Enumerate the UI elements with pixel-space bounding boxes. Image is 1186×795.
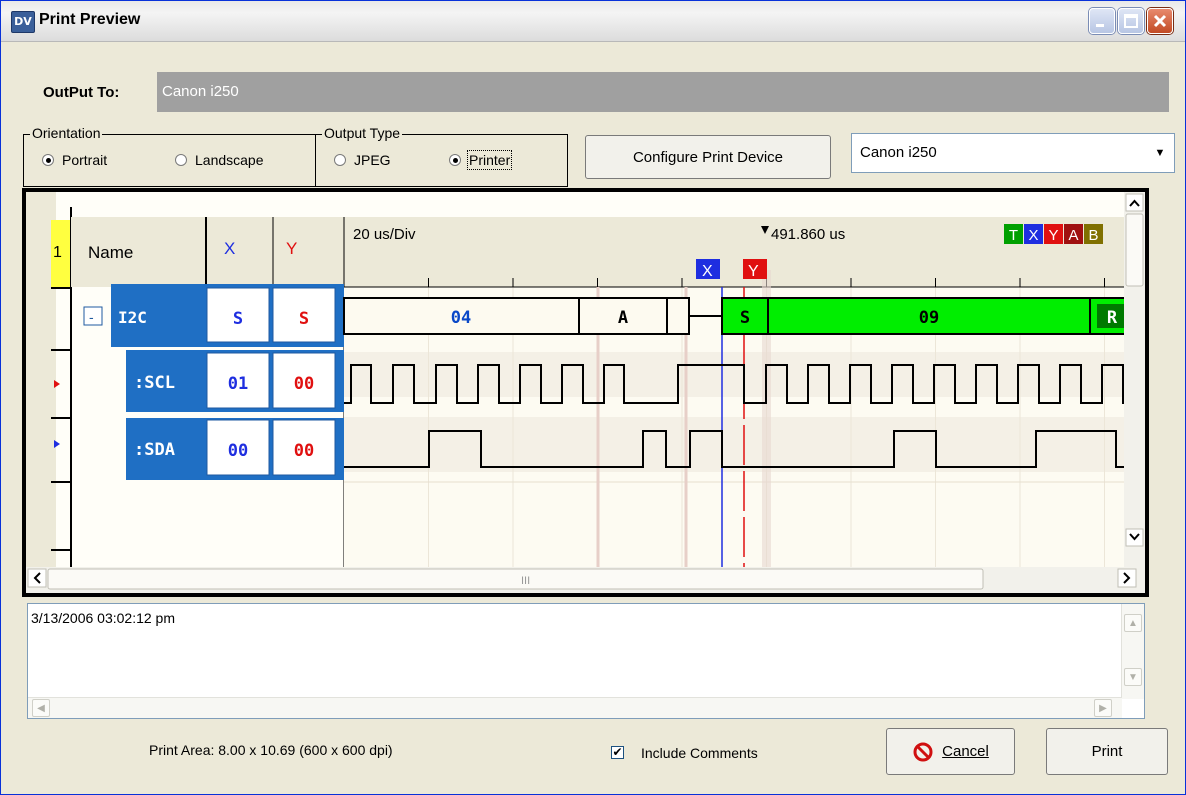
radio-jpeg-label: JPEG <box>354 152 391 168</box>
radio-landscape[interactable]: Landscape <box>175 152 264 168</box>
channel-y-value: S <box>299 309 309 329</box>
window-title: Print Preview <box>39 11 141 28</box>
badge-label: A <box>1068 227 1078 244</box>
output-type-group-title: Output Type <box>322 125 403 141</box>
comments-vscroll[interactable]: ▲ ▼ <box>1121 604 1144 699</box>
print-button[interactable]: Print <box>1046 728 1168 775</box>
printer-select[interactable]: Canon i250 ▼ <box>851 133 1175 173</box>
orientation-group-title: Orientation <box>30 125 103 141</box>
scroll-left-icon[interactable]: ◀ <box>32 699 50 717</box>
channel-x-value: 00 <box>228 441 248 461</box>
radio-landscape-label: Landscape <box>195 152 264 168</box>
waveform-canvas: 1 Name X Y 20 us/Div 491.860 us TXYAB X … <box>26 192 1145 593</box>
radio-portrait[interactable]: Portrait <box>42 152 107 168</box>
scroll-right-icon[interactable]: ▶ <box>1094 699 1112 717</box>
scroll-up-icon[interactable]: ▲ <box>1124 614 1142 632</box>
title-bar[interactable]: DV Print Preview <box>1 1 1185 42</box>
comments-hscroll[interactable]: ◀ ▶ <box>28 697 1122 718</box>
include-comments-checkbox[interactable]: ✔ <box>611 746 624 759</box>
radio-indicator <box>449 154 461 166</box>
channel-name: :SCL <box>134 373 175 393</box>
radio-printer-label: Printer <box>466 150 513 170</box>
cancel-button[interactable]: Cancel <box>886 728 1015 775</box>
scroll-up-button[interactable] <box>1125 193 1144 212</box>
channel-name: I2C <box>118 308 147 327</box>
channel-x-value: 01 <box>228 374 248 394</box>
hscroll-grip: III <box>521 575 530 587</box>
configure-print-device-button[interactable]: Configure Print Device <box>585 135 831 179</box>
x-column-header: X <box>224 239 235 258</box>
output-type-group: Output Type JPEG Printer <box>315 125 568 187</box>
radio-portrait-label: Portrait <box>62 152 108 168</box>
timebase-label: 20 us/Div <box>353 226 416 243</box>
channel-x-value: S <box>233 309 243 329</box>
app-icon: DV <box>11 11 35 33</box>
output-to-label: OutPut To: <box>43 84 120 101</box>
y-column-header: Y <box>286 239 297 258</box>
print-area-info: Print Area: 8.00 x 10.69 (600 x 600 dpi) <box>149 742 393 758</box>
bus-segment-label: S <box>740 308 750 328</box>
radio-jpeg[interactable]: JPEG <box>334 152 391 168</box>
close-button[interactable] <box>1147 8 1173 34</box>
print-preview-window: DV Print Preview OutPut To: Canon i250 O… <box>0 0 1186 795</box>
close-icon <box>1153 14 1167 28</box>
cursor-y-badge-label: Y <box>748 263 759 280</box>
bus-segment-label: A <box>618 308 628 328</box>
channel-name: :SDA <box>134 440 175 460</box>
radio-indicator <box>334 154 346 166</box>
cursor-x-badge-label: X <box>702 263 713 280</box>
printer-select-value: Canon i250 <box>860 144 937 161</box>
scroll-down-button[interactable] <box>1125 528 1144 547</box>
time-marker-value: 491.860 us <box>771 226 845 243</box>
row-number: 1 <box>53 244 62 261</box>
scroll-down-icon[interactable]: ▼ <box>1124 668 1142 686</box>
cancel-button-label: Cancel <box>942 743 989 760</box>
radio-indicator <box>175 154 187 166</box>
vscroll-thumb[interactable] <box>1125 213 1144 287</box>
comments-text: 3/13/2006 03:02:12 pm <box>31 610 176 626</box>
channel-y-value: 00 <box>294 374 314 394</box>
scroll-left-button[interactable] <box>27 568 47 588</box>
waveform-preview: 1 Name X Y 20 us/Div 491.860 us TXYAB X … <box>22 188 1149 597</box>
name-column-header: Name <box>88 243 133 262</box>
orientation-group: Orientation Portrait Landscape <box>23 125 316 187</box>
chevron-down-icon[interactable]: ▼ <box>1147 135 1173 171</box>
minimize-icon <box>1096 24 1104 27</box>
radio-printer[interactable]: Printer <box>449 150 513 170</box>
scroll-right-button[interactable] <box>1117 568 1137 588</box>
radio-indicator <box>42 154 54 166</box>
bus-segment-label: 04 <box>451 308 471 328</box>
badge-label: T <box>1009 227 1018 244</box>
cancel-icon <box>913 742 933 761</box>
bus-segment <box>666 297 690 335</box>
badge-label: X <box>1028 227 1038 244</box>
minimize-button[interactable] <box>1089 8 1115 34</box>
maximize-button[interactable] <box>1118 8 1144 34</box>
badge-label: B <box>1088 227 1098 244</box>
channel-y-value: 00 <box>294 441 314 461</box>
bus-segment-label: 09 <box>919 308 939 328</box>
badge-label: Y <box>1048 227 1058 244</box>
hscroll-thumb[interactable] <box>47 568 984 590</box>
include-comments-label[interactable]: Include Comments <box>641 745 758 761</box>
maximize-icon <box>1124 14 1138 28</box>
output-to-field: Canon i250 <box>157 72 1169 112</box>
expand-toggle-label: - <box>89 309 94 325</box>
bus-segment-label: R <box>1107 308 1118 328</box>
comments-textarea[interactable]: 3/13/2006 03:02:12 pm ▲ ▼ ◀ ▶ <box>27 603 1145 719</box>
